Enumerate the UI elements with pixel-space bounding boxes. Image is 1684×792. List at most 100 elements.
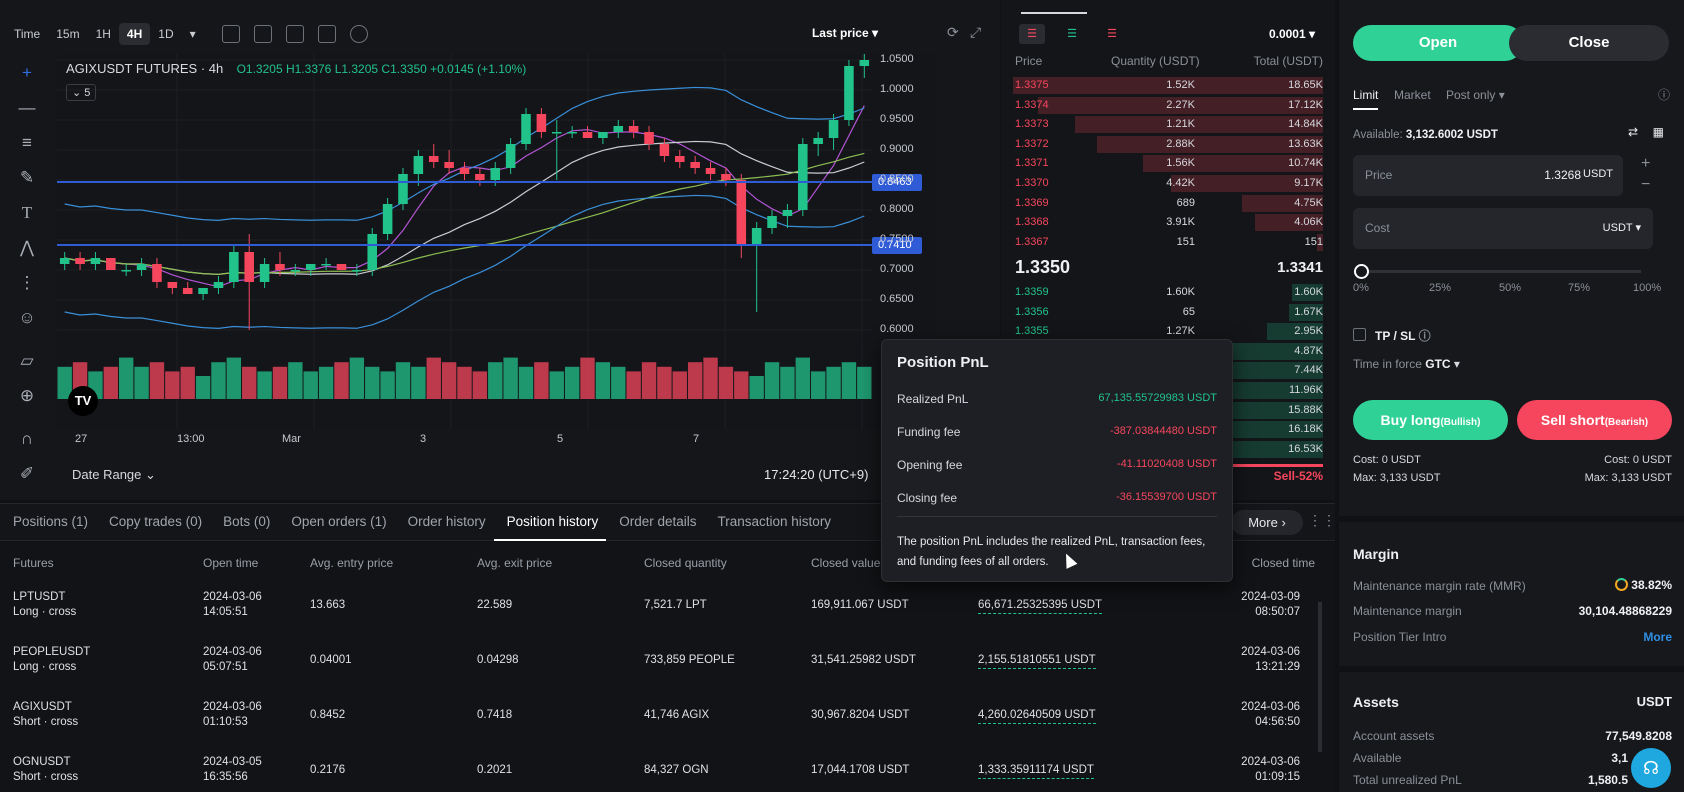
- tooltip-row-value: -36.15539700 USDT: [1116, 491, 1217, 503]
- tab-open-orders[interactable]: Open orders (1): [278, 503, 394, 541]
- price-chart[interactable]: TV 0.8463 0.7410 1.0500 1.0000 0.9500 0.9000 0…: [57, 53, 937, 429]
- close-tab-button[interactable]: Close: [1509, 25, 1669, 61]
- date-range-select[interactable]: Date Range ⌄: [72, 467, 156, 483]
- pnl-value[interactable]: 4,260.02640509 USDT: [978, 708, 1096, 724]
- bid-row[interactable]: 1.3356 65 1.67K: [1001, 303, 1335, 323]
- trend-line-icon[interactable]: —: [0, 90, 54, 125]
- chevron-down-icon[interactable]: ▾: [182, 23, 204, 45]
- pen-lock-icon[interactable]: ✐: [0, 456, 54, 491]
- fullscreen-icon[interactable]: ⤢: [970, 24, 981, 41]
- candle: [505, 144, 516, 168]
- support-chat-icon[interactable]: ☊: [1631, 748, 1671, 788]
- slider-75[interactable]: 75%: [1568, 282, 1590, 294]
- size-slider-track[interactable]: [1361, 270, 1641, 273]
- ask-row[interactable]: 1.3368 3.91K 4.06K: [1001, 213, 1335, 233]
- precision-select[interactable]: 0.0001 ▾: [1269, 27, 1315, 41]
- tab-copy-trades[interactable]: Copy trades (0): [96, 503, 210, 541]
- cost-unit-select[interactable]: USDT ▾: [1603, 221, 1641, 234]
- table-scrollbar[interactable]: [1318, 602, 1322, 752]
- ask-row[interactable]: 1.3371 1.56K 10.74K: [1001, 154, 1335, 174]
- tab-transaction-history[interactable]: Transaction history: [705, 503, 840, 541]
- pnl-value[interactable]: 1,333.35911174 USDT: [978, 763, 1094, 779]
- book-buy-icon[interactable]: ☰: [1059, 24, 1085, 44]
- bid-row[interactable]: 1.3359 1.60K 1.60K: [1001, 283, 1335, 303]
- tf-1d[interactable]: 1D: [150, 23, 181, 45]
- order-type-market[interactable]: Market: [1394, 88, 1431, 102]
- table-row[interactable]: PEOPLEUSDT Long · cross 2024-03-06 05:07:51…: [0, 641, 1320, 689]
- horizontal-lines-icon[interactable]: ≡: [0, 125, 54, 160]
- tab-bots[interactable]: Bots (0): [210, 503, 278, 541]
- ask-row[interactable]: 1.3367 151 151: [1001, 233, 1335, 253]
- magnet-icon[interactable]: ∩: [0, 421, 54, 456]
- pnl-value[interactable]: 2,155.51810551 USDT: [978, 653, 1096, 669]
- tf-time[interactable]: Time: [6, 23, 48, 45]
- slider-0[interactable]: 0%: [1353, 282, 1369, 294]
- ask-row[interactable]: 1.3372 2.88K 13.63K: [1001, 135, 1335, 155]
- open-date: 2024-03-05: [203, 756, 262, 768]
- settings-icon[interactable]: ⟳: [947, 24, 959, 41]
- transfer-icon[interactable]: ⇄: [1628, 125, 1638, 139]
- candle: [59, 258, 70, 264]
- fib-icon[interactable]: ⋮: [0, 265, 54, 300]
- zoom-icon[interactable]: ⊕: [0, 378, 54, 413]
- sell-short-button[interactable]: Sell short(Bearish): [1517, 400, 1672, 440]
- calculator-icon[interactable]: ▦: [1653, 125, 1664, 139]
- grid-icon[interactable]: ⋮⋮: [1308, 512, 1336, 529]
- ask-row[interactable]: 1.3373 1.21K 14.84K: [1001, 115, 1335, 135]
- price-field[interactable]: Price 1.3268 USDT: [1353, 155, 1623, 196]
- ask-row[interactable]: 1.3374 2.27K 17.12K: [1001, 96, 1335, 116]
- buy-long-button[interactable]: Buy long(Bullish): [1353, 400, 1508, 440]
- price-alert-line[interactable]: [57, 244, 872, 247]
- price-alert-line[interactable]: [57, 181, 872, 184]
- cost-field[interactable]: Cost USDT ▾: [1353, 208, 1653, 249]
- tier-more-link[interactable]: More: [1643, 630, 1672, 644]
- ask-price: 1.3372: [1015, 137, 1049, 150]
- time-in-force[interactable]: Time in force GTC ▾: [1353, 357, 1460, 371]
- emoji-icon[interactable]: ☺: [0, 300, 54, 335]
- tf-15m[interactable]: 15m: [48, 23, 87, 45]
- ask-row[interactable]: 1.3375 1.52K 18.65K: [1001, 76, 1335, 96]
- order-type-limit[interactable]: Limit: [1353, 88, 1379, 110]
- ask-qty: 1.56K: [1166, 157, 1195, 170]
- camera-icon[interactable]: [317, 25, 336, 43]
- slider-25[interactable]: 25%: [1429, 282, 1451, 294]
- info-icon[interactable]: ⓘ: [1658, 86, 1670, 103]
- minus-icon[interactable]: −: [1641, 176, 1650, 194]
- info-icon[interactable]: ⓘ: [1419, 329, 1431, 343]
- pencil-icon[interactable]: [285, 25, 304, 43]
- table-row[interactable]: LPTUSDT Long · cross 2024-03-06 14:05:51 13.…: [0, 586, 1320, 634]
- tab-order-details[interactable]: Order details: [606, 503, 704, 541]
- open-tab-button[interactable]: Open: [1353, 25, 1523, 61]
- ask-row[interactable]: 1.3370 4.42K 9.17K: [1001, 174, 1335, 194]
- chart-type-icon[interactable]: [253, 25, 272, 43]
- tab-position-history[interactable]: Position history: [493, 503, 607, 541]
- table-row[interactable]: OGNUSDT Short · cross 2024-03-05 16:35:56 0.…: [0, 751, 1320, 792]
- tf-4h[interactable]: 4H: [118, 23, 151, 45]
- max-right: Max: 3,133 USDT: [1584, 472, 1672, 484]
- pattern-icon[interactable]: ⋀: [0, 230, 54, 265]
- slider-50[interactable]: 50%: [1499, 282, 1521, 294]
- more-button[interactable]: More ›: [1231, 510, 1303, 535]
- order-type-post-only[interactable]: Post only ▾: [1446, 88, 1505, 102]
- brush-icon[interactable]: ✎: [0, 160, 54, 195]
- pnl-value[interactable]: 66,671.25325395 USDT: [978, 598, 1103, 614]
- book-both-icon[interactable]: ☰: [1019, 24, 1045, 44]
- tab-positions[interactable]: Positions (1): [0, 503, 96, 541]
- tf-1h[interactable]: 1H: [88, 23, 119, 45]
- ruler-icon[interactable]: ▱: [0, 343, 54, 378]
- alarm-icon[interactable]: [349, 25, 368, 43]
- text-icon[interactable]: T: [0, 195, 54, 230]
- indicators-icon[interactable]: [221, 25, 240, 43]
- last-price-select[interactable]: Last price ▾: [812, 26, 878, 40]
- table-row[interactable]: AGIXUSDT Short · cross 2024-03-06 01:10:53 0…: [0, 696, 1320, 744]
- indicator-toggle[interactable]: ⌄ 5: [66, 84, 97, 101]
- tpsl-checkbox[interactable]: [1353, 328, 1366, 341]
- book-sell-icon[interactable]: ☰: [1099, 24, 1125, 44]
- size-slider-handle[interactable]: [1354, 264, 1369, 279]
- ask-row[interactable]: 1.3369 689 4.75K: [1001, 194, 1335, 214]
- tab-order-history[interactable]: Order history: [395, 503, 494, 541]
- candle: [428, 156, 439, 162]
- plus-icon[interactable]: +: [1641, 155, 1650, 173]
- crosshair-icon[interactable]: +: [0, 55, 54, 90]
- slider-100[interactable]: 100%: [1633, 282, 1661, 294]
